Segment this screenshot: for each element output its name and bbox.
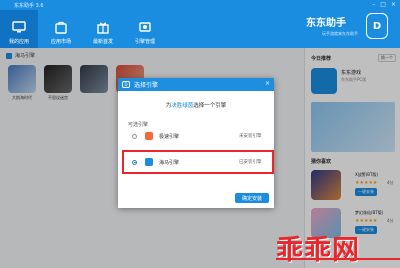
watermark: 乖乖网: [276, 235, 360, 266]
bag-icon: [55, 21, 67, 34]
options-label: 可选引擎: [128, 122, 149, 128]
radio-button[interactable]: [132, 133, 137, 139]
app-title: 东东助手 3.6: [14, 3, 44, 9]
dialog-title: 选择引擎: [134, 82, 159, 89]
nav-my-apps[interactable]: 我的应用: [0, 10, 38, 48]
gift-icon: [97, 22, 109, 34]
brand-name: 东东助手: [306, 18, 346, 29]
select-engine-dialog: D 选择引擎 × 为决胜绿茵选择一个引擎 可选引擎 极速引擎 未安装引擎 海马引…: [118, 78, 274, 208]
watermark-underline: [276, 258, 400, 260]
nav-label: 最新首发: [92, 39, 113, 45]
nav-new-release[interactable]: 最新首发: [84, 10, 122, 48]
monitor-icon: [12, 21, 26, 33]
prompt-game-name: 决胜绿茵: [171, 103, 194, 109]
close-icon[interactable]: ×: [265, 80, 270, 87]
maximize-icon[interactable]: □: [380, 1, 386, 9]
confirm-install-button[interactable]: 确定安装: [235, 193, 269, 203]
selection-highlight-box: [122, 150, 274, 174]
close-icon[interactable]: ×: [391, 1, 396, 9]
engine-icon: [139, 22, 151, 32]
engine-status: 未安装引擎: [239, 134, 262, 139]
window-controls: – □ ×: [372, 1, 396, 9]
fast-engine-icon: [145, 132, 153, 140]
app-window: 东东助手 3.6 – □ × 我的应用 应用市场 最新首发 引擎管理 东东助手 …: [0, 0, 400, 268]
dialog-header: D 选择引擎 ×: [118, 78, 274, 91]
dialog-prompt: 为决胜绿茵选择一个引擎: [118, 101, 274, 109]
nav-label: 我的应用: [8, 39, 29, 45]
engine-option-fast[interactable]: 极速引擎 未安装引擎: [128, 130, 264, 142]
top-nav: 我的应用 应用市场 最新首发 引擎管理: [0, 10, 168, 48]
engine-name: 极速引擎: [159, 133, 180, 140]
nav-app-market[interactable]: 应用市场: [42, 10, 80, 48]
app-logo-icon: D: [122, 81, 130, 88]
minimize-icon[interactable]: –: [372, 1, 375, 9]
brand-subtitle: 玩手游就来东东助手: [322, 31, 358, 36]
nav-label: 应用市场: [50, 39, 71, 45]
nav-label: 引擎管理: [134, 39, 155, 45]
prompt-suffix: 选择一个引擎: [193, 103, 227, 109]
brand-logo: D: [366, 13, 388, 39]
nav-engine-manager[interactable]: 引擎管理: [126, 10, 164, 48]
title-bar: 东东助手 3.6 – □ × 我的应用 应用市场 最新首发 引擎管理 东东助手 …: [0, 0, 400, 48]
